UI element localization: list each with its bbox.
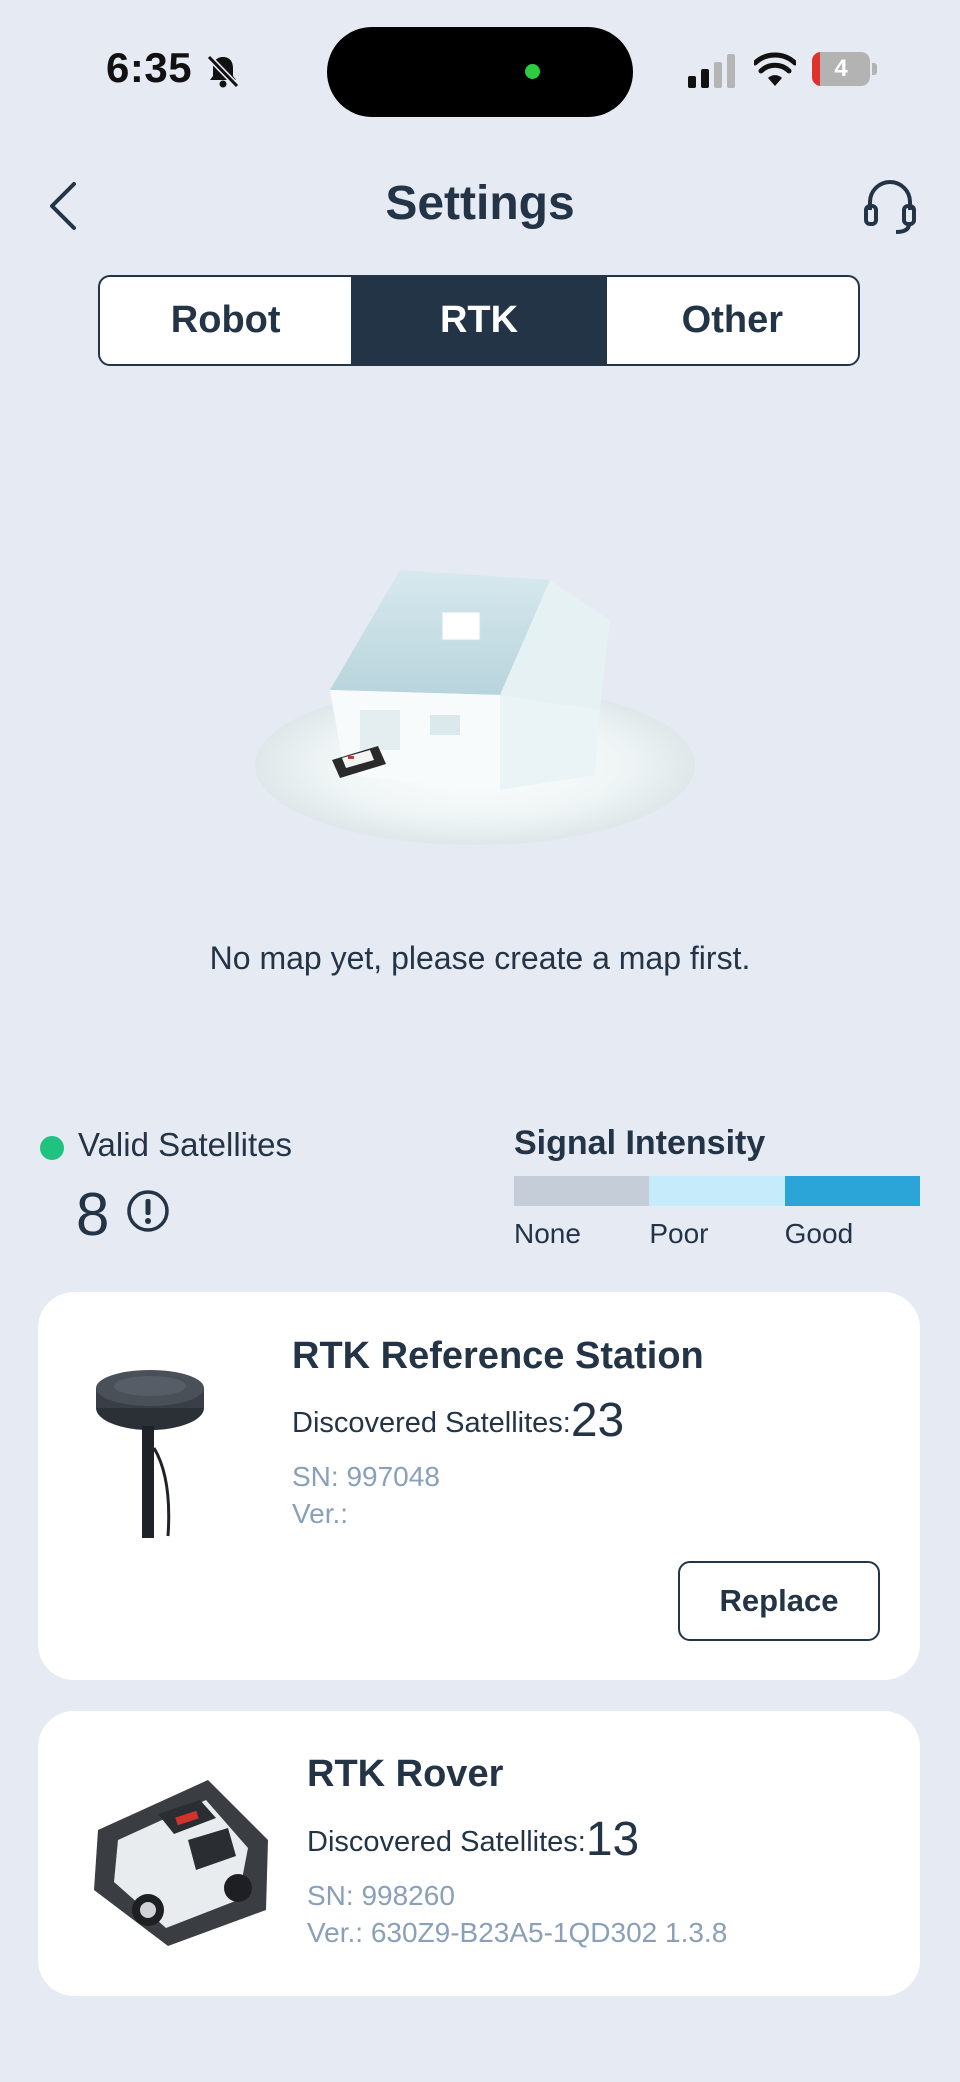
signal-intensity-title: Signal Intensity [514,1124,766,1162]
reference-station-sn: SN: 997048 [292,1461,440,1492]
replace-button[interactable]: Replace [678,1561,880,1641]
satellite-status-dot [40,1136,64,1160]
signal-intensity-legend: None Poor Good [514,1218,920,1250]
tab-other[interactable]: Other [604,277,858,364]
signal-segment-poor [649,1176,785,1206]
bell-slash-icon [206,54,240,89]
reference-station-title: RTK Reference Station [292,1335,704,1377]
status-time: 6:35 [106,44,193,91]
discovered-satellites-label: Discovered Satellites: [307,1826,586,1858]
robot-mower-image [94,1780,268,1946]
tab-rtk[interactable]: RTK [351,277,605,364]
house-map-illustration [255,570,695,845]
signal-segment-none [514,1176,650,1206]
wifi-icon [754,52,796,86]
page-title: Settings [385,177,575,230]
signal-segment-good [784,1176,920,1206]
valid-satellites-label: Valid Satellites [78,1126,293,1163]
info-alert-icon[interactable] [126,1189,170,1233]
battery-percent: 4 [834,55,848,82]
signal-label-poor: Poor [649,1218,709,1249]
settings-tabs: Robot RTK Other [98,275,860,366]
cellular-signal-icon [688,54,735,88]
discovered-satellites-count: 13 [585,1813,640,1866]
reference-station-satellites: Discovered Satellites:23 [292,1393,624,1448]
rover-sn: SN: 998260 [307,1880,455,1911]
rtk-antenna-image [96,1370,204,1538]
rover-title: RTK Rover [307,1753,504,1795]
signal-label-good: Good [784,1218,854,1249]
valid-satellites-count: 8 [76,1181,110,1248]
empty-map-message: No map yet, please create a map first. [209,940,751,976]
headset-icon[interactable] [862,176,918,236]
camera-indicator-dot [525,64,540,79]
signal-label-none: None [514,1218,581,1249]
discovered-satellites-label: Discovered Satellites: [292,1407,571,1439]
battery-icon: 4 [812,52,878,88]
dynamic-island [327,27,633,117]
discovered-satellites-count: 23 [570,1394,625,1447]
reference-station-version: Ver.: [292,1498,349,1529]
rover-version: Ver.: 630Z9-B23A5-1QD302 1.3.8 [307,1917,728,1948]
rover-satellites: Discovered Satellites:13 [307,1812,639,1867]
tab-robot[interactable]: Robot [100,277,351,364]
signal-intensity-bar [514,1176,920,1206]
